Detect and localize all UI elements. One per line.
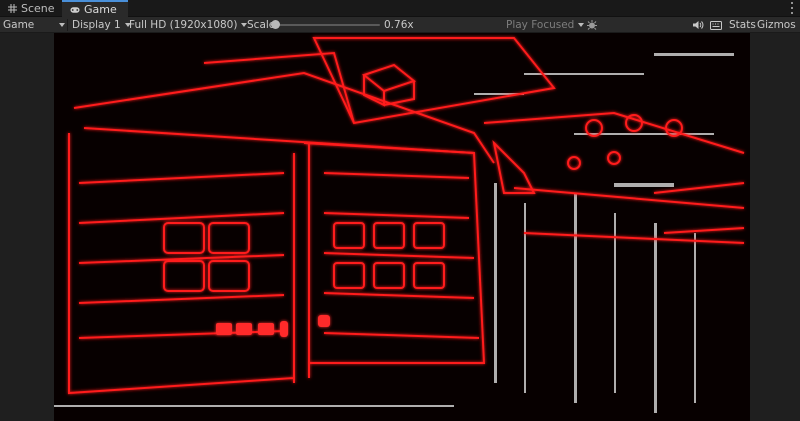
view-mode-label: Game: [3, 19, 35, 31]
bug-icon[interactable]: [586, 17, 598, 33]
grid-icon: [8, 4, 17, 14]
resolution-dropdown[interactable]: Full HD (1920x1080): [129, 17, 248, 33]
speaker-icon[interactable]: [692, 17, 704, 33]
gamepad-icon: [70, 5, 80, 15]
more-options-icon[interactable]: [788, 2, 796, 14]
keyboard-icon[interactable]: [710, 17, 722, 33]
tab-strip: Scene Game: [0, 0, 800, 17]
display-label: Display 1: [72, 19, 121, 31]
tab-scene-label: Scene: [21, 2, 55, 15]
chevron-down-icon: [59, 23, 65, 27]
resolution-label: Full HD (1920x1080): [129, 19, 238, 31]
scale-slider-thumb[interactable]: [271, 20, 280, 29]
stats-button[interactable]: Stats: [729, 17, 756, 33]
play-mode-label: Play Focused: [506, 19, 575, 31]
view-mode-dropdown[interactable]: Game: [3, 17, 65, 33]
game-toolbar: Game Display 1 Full HD (1920x1080) Scale…: [0, 17, 800, 33]
tab-game-label: Game: [84, 3, 117, 16]
game-viewport[interactable]: [0, 33, 800, 421]
scale-value: 0.76x: [384, 19, 414, 31]
game-render: [54, 33, 750, 421]
display-dropdown[interactable]: Display 1: [72, 17, 131, 33]
scale-slider-track[interactable]: [276, 24, 380, 26]
chevron-down-icon: [578, 23, 585, 27]
gizmos-button[interactable]: Gizmos: [757, 17, 796, 33]
edge-detection-render: [54, 33, 750, 421]
tab-scene[interactable]: Scene: [0, 0, 60, 17]
play-mode-dropdown[interactable]: Play Focused: [506, 17, 585, 33]
tab-game[interactable]: Game: [62, 0, 128, 17]
